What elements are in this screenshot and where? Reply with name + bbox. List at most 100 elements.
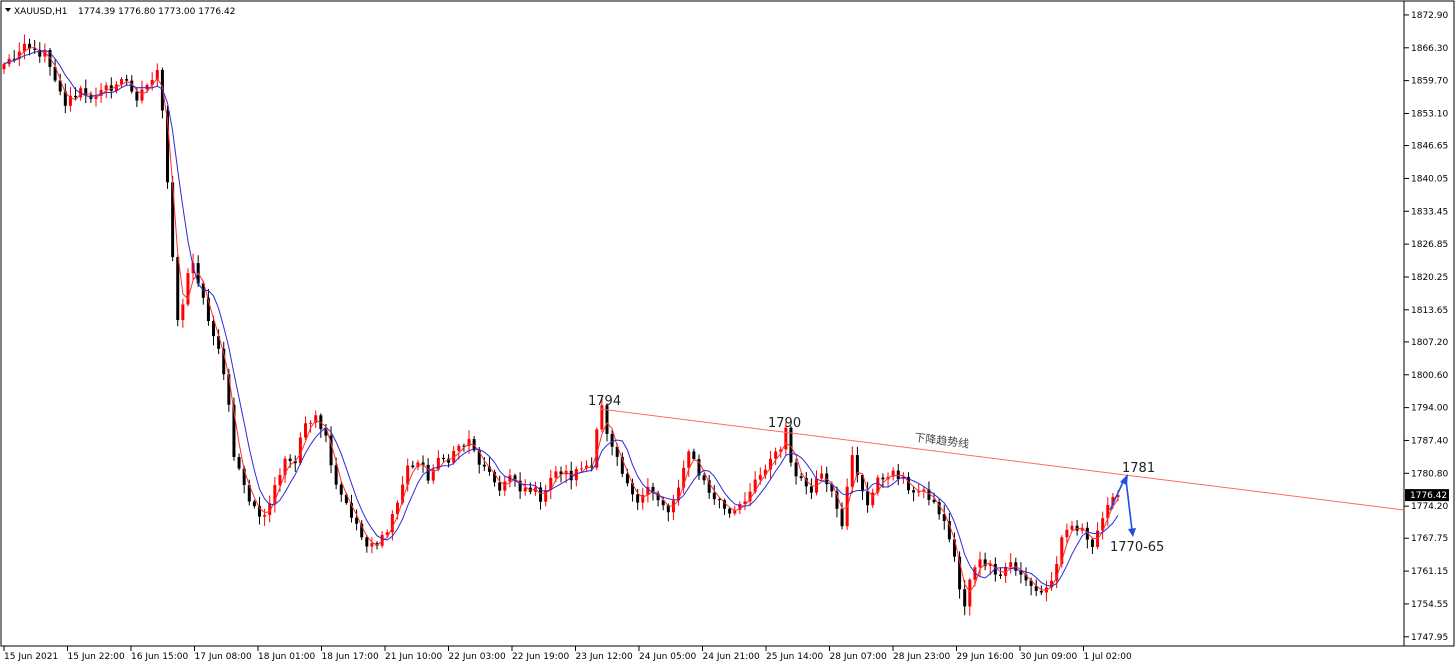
price-axis-frame bbox=[1403, 0, 1455, 647]
candle-body bbox=[774, 451, 778, 459]
x-tick-label: 23 Jun 12:00 bbox=[576, 652, 633, 662]
x-tick-label: 22 Jun 19:00 bbox=[512, 652, 569, 662]
annotation-peak-1794: 1794 bbox=[588, 394, 621, 409]
y-tick-label: 1754.55 bbox=[1411, 600, 1448, 610]
current-price-tag: 1776.42 bbox=[1405, 489, 1449, 502]
x-tick-label: 16 Jun 15:00 bbox=[131, 652, 188, 662]
y-tick-label: 1872.90 bbox=[1411, 11, 1448, 21]
candle-body bbox=[482, 464, 486, 467]
candle-body bbox=[850, 455, 854, 487]
candle-body bbox=[871, 492, 875, 506]
candle-body bbox=[457, 445, 461, 451]
candle-body bbox=[712, 492, 716, 500]
symbol-label: XAUUSD,H1 bbox=[14, 7, 68, 17]
annotation-peak-1790: 1790 bbox=[768, 416, 801, 431]
x-tick-label: 22 Jun 03:00 bbox=[449, 652, 506, 662]
candle-body bbox=[1090, 539, 1094, 547]
candle-body bbox=[794, 462, 798, 477]
candle-body bbox=[799, 476, 803, 479]
candle-body bbox=[252, 501, 256, 507]
candle-body bbox=[866, 491, 870, 506]
candle-body bbox=[809, 486, 813, 493]
candle-body bbox=[912, 490, 916, 493]
candle-body bbox=[963, 589, 967, 607]
candle-body bbox=[288, 458, 292, 461]
x-tick-label: 15 Jun 2021 bbox=[4, 652, 58, 662]
candle-body bbox=[579, 468, 583, 470]
candle-body bbox=[411, 465, 415, 468]
candle-body bbox=[692, 451, 696, 460]
candle-body bbox=[728, 508, 732, 514]
x-tick-label: 30 Jun 09:00 bbox=[1020, 652, 1077, 662]
y-tick-label: 1807.20 bbox=[1411, 338, 1448, 348]
candle-body bbox=[554, 471, 558, 478]
candle-body bbox=[309, 422, 313, 424]
candle-body bbox=[968, 579, 972, 607]
y-tick-label: 1840.05 bbox=[1411, 174, 1448, 184]
candle-body bbox=[441, 457, 445, 459]
y-tick-label: 1846.65 bbox=[1411, 142, 1448, 152]
candle-body bbox=[263, 515, 267, 517]
candle-body bbox=[523, 487, 527, 492]
candle-body bbox=[896, 470, 900, 479]
candle-body bbox=[1070, 525, 1074, 530]
candle-body bbox=[503, 481, 507, 491]
candle-body bbox=[610, 433, 614, 447]
time-axis: 15 Jun 2021 15 Jun 22:00 16 Jun 15:00 17 Ju… bbox=[3, 646, 1132, 662]
y-tick-label: 1859.70 bbox=[1411, 77, 1448, 87]
y-tick-label: 1853.10 bbox=[1411, 109, 1448, 119]
y-tick-label: 1787.40 bbox=[1411, 436, 1448, 446]
candle-body bbox=[365, 537, 369, 547]
chart-window: XAUUSD,H1 1774.39 1776.80 1773.00 1776.4… bbox=[0, 0, 1455, 669]
x-tick-label: 15 Jun 22:00 bbox=[68, 652, 125, 662]
candle-body bbox=[135, 91, 139, 101]
candle-body bbox=[303, 423, 307, 438]
candle-body bbox=[334, 465, 338, 485]
y-tick-label: 1826.85 bbox=[1411, 240, 1448, 250]
candle-body bbox=[687, 451, 691, 468]
candle-body bbox=[636, 494, 640, 503]
x-tick-label: 21 Jun 10:00 bbox=[385, 652, 442, 662]
candle-body bbox=[840, 508, 844, 527]
candle-body bbox=[140, 89, 144, 101]
candle-body bbox=[339, 484, 343, 495]
annotation-target-1781: 1781 bbox=[1122, 461, 1155, 476]
candle-body bbox=[1039, 590, 1043, 593]
candle-body bbox=[998, 574, 1002, 576]
candle-body bbox=[426, 464, 430, 481]
price-chart[interactable]: XAUUSD,H1 1774.39 1776.80 1773.00 1776.4… bbox=[0, 0, 1455, 669]
x-tick-label: 24 Jun 21:00 bbox=[703, 652, 760, 662]
y-tick-label: 1794.00 bbox=[1411, 404, 1448, 414]
y-tick-label: 1774.20 bbox=[1411, 502, 1448, 512]
y-tick-label: 1767.75 bbox=[1411, 534, 1448, 544]
x-tick-label: 18 Jun 01:00 bbox=[258, 652, 315, 662]
plot-area-frame bbox=[0, 0, 1405, 647]
candle-body bbox=[2, 64, 6, 70]
candle-body bbox=[181, 304, 185, 321]
candle-body bbox=[355, 517, 359, 524]
candle-body bbox=[370, 543, 374, 547]
candle-body bbox=[1009, 562, 1013, 567]
y-tick-label: 1800.60 bbox=[1411, 371, 1448, 381]
y-tick-label: 1761.15 bbox=[1411, 567, 1448, 577]
ohlc-label: 1774.39 1776.80 1773.00 1776.42 bbox=[78, 7, 235, 17]
annotation-target-1770-65: 1770-65 bbox=[1110, 540, 1164, 555]
candle-body bbox=[978, 559, 982, 568]
candle-body bbox=[1065, 529, 1069, 538]
candle-body bbox=[932, 499, 936, 503]
candle-body bbox=[498, 482, 502, 491]
candle-body bbox=[717, 499, 721, 501]
candle-body bbox=[702, 475, 706, 481]
candle-body bbox=[125, 79, 129, 81]
y-tick-label: 1866.30 bbox=[1411, 44, 1448, 54]
x-tick-label: 28 Jun 07:00 bbox=[830, 652, 887, 662]
x-tick-label: 18 Jun 17:00 bbox=[322, 652, 379, 662]
candle-body bbox=[104, 85, 108, 91]
candle-body bbox=[881, 477, 885, 480]
candle-body bbox=[237, 456, 241, 469]
candle-body bbox=[784, 427, 788, 450]
y-tick-label: 1813.65 bbox=[1411, 306, 1448, 316]
y-tick-label: 1833.45 bbox=[1411, 207, 1448, 217]
y-tick-label: 1780.80 bbox=[1411, 469, 1448, 479]
x-tick-label: 17 Jun 08:00 bbox=[195, 652, 252, 662]
